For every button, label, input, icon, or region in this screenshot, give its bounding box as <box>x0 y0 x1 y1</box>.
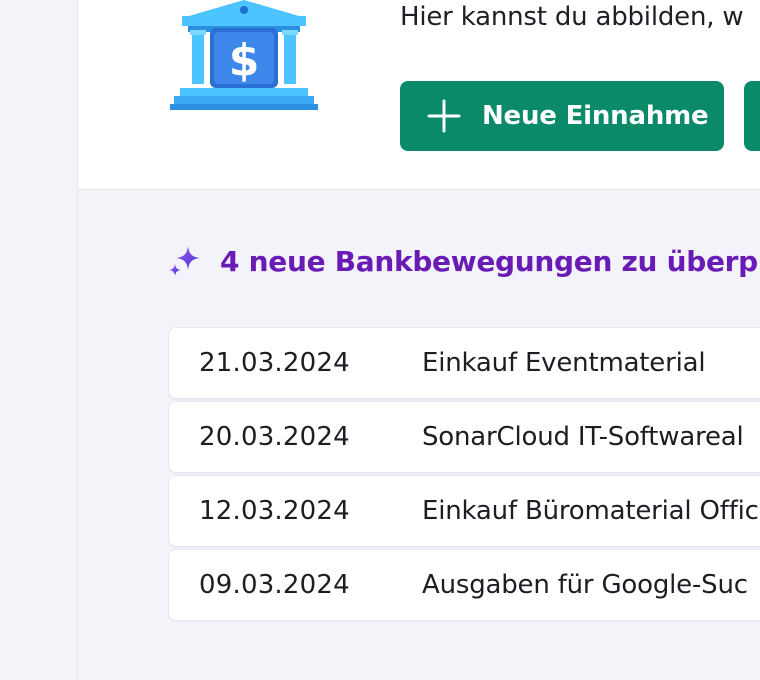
bank-review-text: 4 neue Bankbewegungen zu überpr <box>220 244 760 278</box>
svg-text:$: $ <box>229 35 260 86</box>
plus-icon <box>427 99 461 133</box>
table-row[interactable]: 21.03.2024 Einkauf Eventmaterial <box>168 327 760 399</box>
sparkle-icon <box>169 246 200 276</box>
bank-dollar-icon: $ <box>170 0 318 110</box>
new-income-button[interactable]: Neue Einnahme <box>400 81 724 151</box>
left-sidebar-strip <box>0 0 78 680</box>
transaction-description: Einkauf Büromaterial Offic <box>422 496 759 526</box>
bank-transaction-list: 21.03.2024 Einkauf Eventmaterial 20.03.2… <box>168 327 760 623</box>
transaction-description: SonarCloud IT-Softwareal <box>422 422 744 452</box>
transaction-description: Ausgaben für Google-Suc <box>422 570 748 600</box>
secondary-action-button[interactable] <box>744 81 760 151</box>
intro-text: Hier kannst du abbilden, w <box>400 2 744 32</box>
transaction-description: Einkauf Eventmaterial <box>422 348 706 378</box>
transaction-date: 21.03.2024 <box>199 348 350 378</box>
table-row[interactable]: 12.03.2024 Einkauf Büromaterial Offic <box>168 475 760 547</box>
main-content: $ Hier kannst du abbilden, w Neue Einnah… <box>78 0 760 680</box>
header-card: $ Hier kannst du abbilden, w Neue Einnah… <box>78 0 760 190</box>
transaction-date: 12.03.2024 <box>199 496 350 526</box>
transaction-date: 09.03.2024 <box>199 570 350 600</box>
table-row[interactable]: 20.03.2024 SonarCloud IT-Softwareal <box>168 401 760 473</box>
transaction-date: 20.03.2024 <box>199 422 350 452</box>
new-income-button-label: Neue Einnahme <box>482 101 709 131</box>
bank-review-notice[interactable]: 4 neue Bankbewegungen zu überpr <box>168 244 760 278</box>
table-row[interactable]: 09.03.2024 Ausgaben für Google-Suc <box>168 549 760 621</box>
